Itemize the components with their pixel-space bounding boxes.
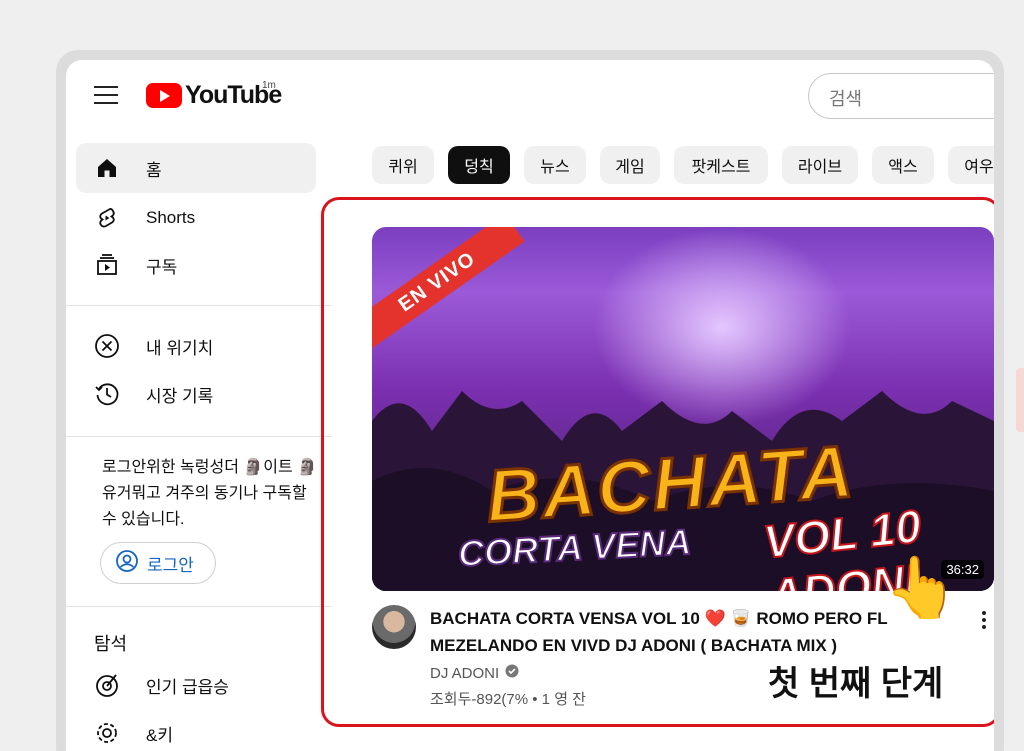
- sidebar-item-home[interactable]: 홈: [76, 143, 316, 193]
- chip-filter[interactable]: 뉴스: [524, 146, 586, 184]
- youtube-play-icon: [146, 82, 182, 108]
- shorts-icon: [94, 205, 120, 231]
- chip-filter[interactable]: 액스: [872, 146, 934, 184]
- subscriptions-icon: [94, 252, 120, 278]
- logo-superscript: 1m: [262, 80, 276, 91]
- account-icon: [115, 549, 139, 578]
- youtube-logo[interactable]: YouTube: [146, 80, 282, 110]
- chip-filter[interactable]: 게임: [600, 146, 660, 184]
- login-button[interactable]: 로그안: [100, 542, 216, 584]
- history-icon: [94, 381, 120, 407]
- youtube-window: YouTube 1m 검색 홈 Shorts 구독 내 위기치 시장 기록 로그…: [66, 60, 994, 751]
- sidebar-item-label: &키: [146, 725, 173, 745]
- sidebar-item-trending[interactable]: 인기 급읍승: [76, 660, 316, 710]
- menu-icon[interactable]: [94, 86, 118, 104]
- sidebar-item-label: 구독: [146, 257, 178, 277]
- chip-filter[interactable]: 라이브: [782, 146, 858, 184]
- sidebar-item-label: 시장 기록: [146, 386, 214, 406]
- sidebar-divider: [66, 436, 332, 437]
- chip-filter[interactable]: 팟케스트: [674, 146, 768, 184]
- chip-filter[interactable]: 퀴위: [372, 146, 434, 184]
- step-label: 첫 번째 단계: [768, 665, 944, 703]
- login-button-label: 로그안: [147, 555, 194, 575]
- sidebar-divider: [66, 606, 332, 607]
- settings-icon: [94, 720, 120, 746]
- highlight-box: [321, 197, 994, 727]
- search-input[interactable]: 검색: [808, 73, 994, 119]
- pointing-hand-icon: 👆: [884, 554, 959, 621]
- sidebar-item-shorts[interactable]: Shorts: [76, 193, 316, 243]
- trending-icon: [94, 672, 120, 698]
- sidebar-item-label: 홈: [146, 160, 162, 180]
- sidebar-item-settings[interactable]: &키: [76, 708, 316, 751]
- sidebar-item-label: 인기 급읍승: [146, 677, 229, 697]
- sidebar-item-you[interactable]: 내 위기치: [76, 321, 316, 371]
- sidebar-item-subscriptions[interactable]: 구독: [76, 240, 316, 290]
- explore-section-title: 탐석: [94, 634, 128, 654]
- edge-hint: [1016, 368, 1024, 432]
- search-placeholder: 검색: [829, 89, 863, 109]
- you-icon: [94, 333, 120, 359]
- sidebar-item-label: Shorts: [146, 208, 196, 227]
- chip-filter[interactable]: 여우: [948, 146, 994, 184]
- sidebar-item-label: 내 위기치: [146, 338, 214, 358]
- sidebar-item-history[interactable]: 시장 기록: [76, 369, 316, 419]
- login-prompt-text: 로그안위한 녹렁성더 🗿이트 🗿 유거뭐고 겨주의 동기나 구독할 수 있습니다…: [102, 459, 318, 528]
- chip-filter-selected[interactable]: 덩칙: [448, 146, 510, 184]
- home-icon: [94, 155, 120, 181]
- sidebar-divider: [66, 305, 332, 306]
